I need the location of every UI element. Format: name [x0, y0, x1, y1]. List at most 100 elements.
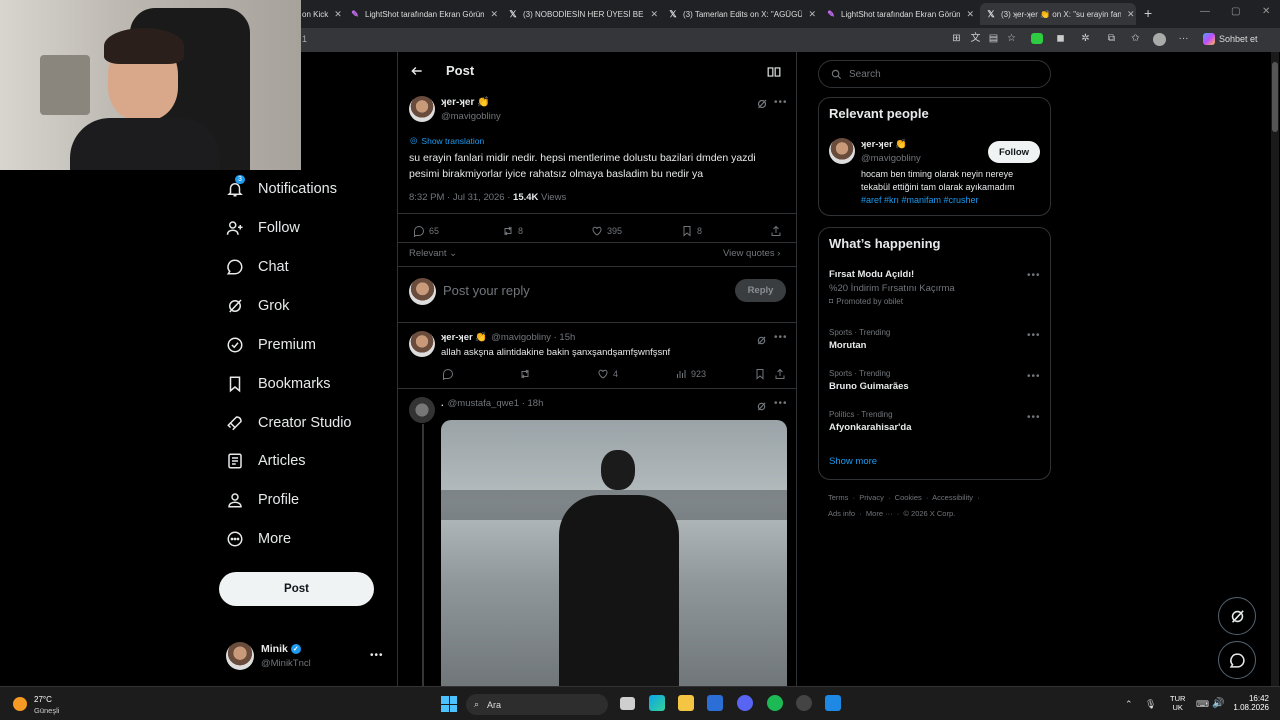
- extension-icon[interactable]: ◼: [1055, 33, 1066, 44]
- trend-item[interactable]: Sports · Trending Morutan: [829, 328, 890, 351]
- new-tab-button[interactable]: +: [1144, 5, 1152, 21]
- taskbar-search[interactable]: ⌕ Ara: [466, 694, 608, 715]
- view-quotes-link[interactable]: View quotes ›: [723, 248, 780, 259]
- close-icon[interactable]: ✕: [808, 9, 816, 20]
- reply-avatar[interactable]: [409, 397, 435, 423]
- windows-start-icon[interactable]: [441, 696, 457, 712]
- repost-action[interactable]: 8: [502, 225, 523, 237]
- spotify-icon[interactable]: [767, 695, 783, 711]
- share-action[interactable]: [770, 225, 782, 237]
- install-icon[interactable]: ⊞: [951, 33, 962, 44]
- weather-temp[interactable]: 27°C: [34, 695, 52, 704]
- nav-more[interactable]: More: [226, 530, 291, 548]
- more-icon[interactable]: •••: [774, 398, 788, 409]
- account-menu-icon[interactable]: •••: [370, 650, 384, 661]
- close-icon[interactable]: ✕: [490, 9, 498, 20]
- app-icon[interactable]: [707, 695, 723, 711]
- account-name-row[interactable]: Minik ✓: [261, 643, 301, 655]
- close-icon[interactable]: ✕: [650, 9, 658, 20]
- chat-fab[interactable]: [1218, 641, 1256, 679]
- footer-links[interactable]: Ads info · More ··· · © 2026 X Corp.: [828, 509, 955, 518]
- copilot-button[interactable]: Sohbet et: [1203, 33, 1258, 45]
- reply-author-name[interactable]: ʞer-ʞer 👏: [441, 332, 487, 343]
- close-icon[interactable]: ✕: [966, 9, 974, 20]
- browser-tab[interactable]: on Kick ✕: [302, 3, 342, 25]
- back-arrow-icon[interactable]: [410, 64, 424, 83]
- nav-grok[interactable]: Grok: [226, 297, 289, 315]
- views-action[interactable]: 923: [675, 368, 706, 380]
- person-handle[interactable]: @mavigobliny: [861, 153, 921, 164]
- microphone-icon[interactable]: 🎙: [1145, 699, 1156, 710]
- minimize-icon[interactable]: —: [1200, 6, 1210, 17]
- show-translation-link[interactable]: ◎ Show translation: [410, 135, 484, 146]
- grok-icon[interactable]: [756, 399, 767, 417]
- sort-dropdown[interactable]: Relevant ⌄: [409, 248, 457, 259]
- like-action[interactable]: 4: [597, 368, 618, 380]
- star-icon[interactable]: ☆: [1006, 33, 1017, 44]
- account-avatar[interactable]: [226, 642, 254, 670]
- more-icon[interactable]: •••: [1027, 412, 1041, 423]
- task-view-icon[interactable]: [620, 697, 635, 710]
- nav-premium[interactable]: Premium: [226, 336, 316, 354]
- nav-bookmarks[interactable]: Bookmarks: [226, 375, 331, 393]
- follow-button[interactable]: Follow: [988, 141, 1040, 163]
- grok-icon[interactable]: [756, 333, 767, 351]
- trend-item[interactable]: Sports · Trending Bruno Guimarães: [829, 369, 909, 392]
- split-screen-icon[interactable]: ⧉: [1106, 33, 1117, 44]
- browser-tab-active[interactable]: 𝕏 (3) ʞer-ʞer 👏 on X: "su erayin fan ✕: [980, 3, 1136, 25]
- nav-profile[interactable]: Profile: [226, 491, 299, 509]
- nav-follow[interactable]: Follow: [226, 219, 300, 237]
- author-handle[interactable]: @mavigobliny: [441, 111, 501, 122]
- more-icon[interactable]: •••: [1027, 371, 1041, 382]
- edge-icon[interactable]: [649, 695, 665, 711]
- discord-icon[interactable]: [737, 695, 753, 711]
- reply-input[interactable]: Post your reply: [443, 283, 530, 298]
- browser-tab[interactable]: ✎ LightShot tarafından Ekran Görün ✕: [350, 3, 498, 25]
- author-avatar[interactable]: [409, 96, 435, 122]
- search-input[interactable]: Search: [818, 60, 1051, 88]
- reply-action[interactable]: 65: [413, 225, 439, 237]
- app-icon[interactable]: [825, 695, 841, 711]
- grok-fab[interactable]: [1218, 597, 1256, 635]
- nav-notifications[interactable]: 3 Notifications: [226, 175, 337, 198]
- language-indicator[interactable]: TUR UK: [1170, 694, 1185, 712]
- translate-icon[interactable]: 文: [970, 33, 981, 44]
- favorites-icon[interactable]: ✩: [1130, 33, 1141, 44]
- more-icon[interactable]: •••: [774, 332, 788, 343]
- close-window-icon[interactable]: ✕: [1262, 6, 1270, 17]
- bookmark-action[interactable]: 8: [681, 225, 702, 237]
- like-action[interactable]: 395: [591, 225, 622, 237]
- network-icon[interactable]: ⌨: [1196, 699, 1209, 710]
- more-icon[interactable]: •••: [774, 97, 788, 108]
- nav-articles[interactable]: Articles: [226, 452, 306, 470]
- post-button[interactable]: Post: [219, 572, 374, 606]
- close-icon[interactable]: ✕: [1127, 9, 1135, 20]
- show-more-link[interactable]: Show more: [829, 456, 877, 467]
- steam-icon[interactable]: [796, 695, 812, 711]
- person-name[interactable]: ʞer-ʞer 👏: [861, 139, 907, 150]
- browser-tab[interactable]: 𝕏 (3) Tamerlan Edits on X: "AGÜGÜ ✕: [668, 3, 816, 25]
- more-icon[interactable]: •••: [1027, 270, 1041, 281]
- volume-icon[interactable]: 🔊: [1212, 698, 1224, 709]
- author-name[interactable]: ʞer-ʞer 👏: [441, 97, 490, 108]
- reply-button[interactable]: Reply: [735, 279, 786, 302]
- footer-links[interactable]: Terms · Privacy · Cookies · Accessibilit…: [828, 493, 980, 502]
- tray-chevron-icon[interactable]: ⌃: [1125, 699, 1133, 710]
- profile-avatar[interactable]: [1153, 33, 1166, 46]
- bookmark-action[interactable]: [754, 368, 766, 380]
- browser-tab[interactable]: ✎ LightShot tarafından Ekran Görün ✕: [826, 3, 974, 25]
- reply-avatar[interactable]: [409, 331, 435, 357]
- scrollbar-thumb[interactable]: [1272, 62, 1278, 132]
- grok-icon[interactable]: [756, 97, 768, 115]
- file-explorer-icon[interactable]: [678, 695, 694, 711]
- close-icon[interactable]: ✕: [334, 9, 342, 20]
- extension-icon[interactable]: [1031, 33, 1043, 44]
- media-image[interactable]: [441, 420, 787, 686]
- nav-creator-studio[interactable]: Creator Studio: [226, 414, 352, 432]
- person-avatar[interactable]: [829, 138, 855, 164]
- browser-tab[interactable]: 𝕏 (3) NOBODİESİN HER ÜYESİ BENİI ✕: [508, 3, 658, 25]
- reply-action[interactable]: [442, 368, 454, 380]
- reader-view-icon[interactable]: [767, 65, 781, 83]
- reply-author-name[interactable]: .: [441, 398, 444, 409]
- puzzle-icon[interactable]: ✲: [1080, 33, 1091, 44]
